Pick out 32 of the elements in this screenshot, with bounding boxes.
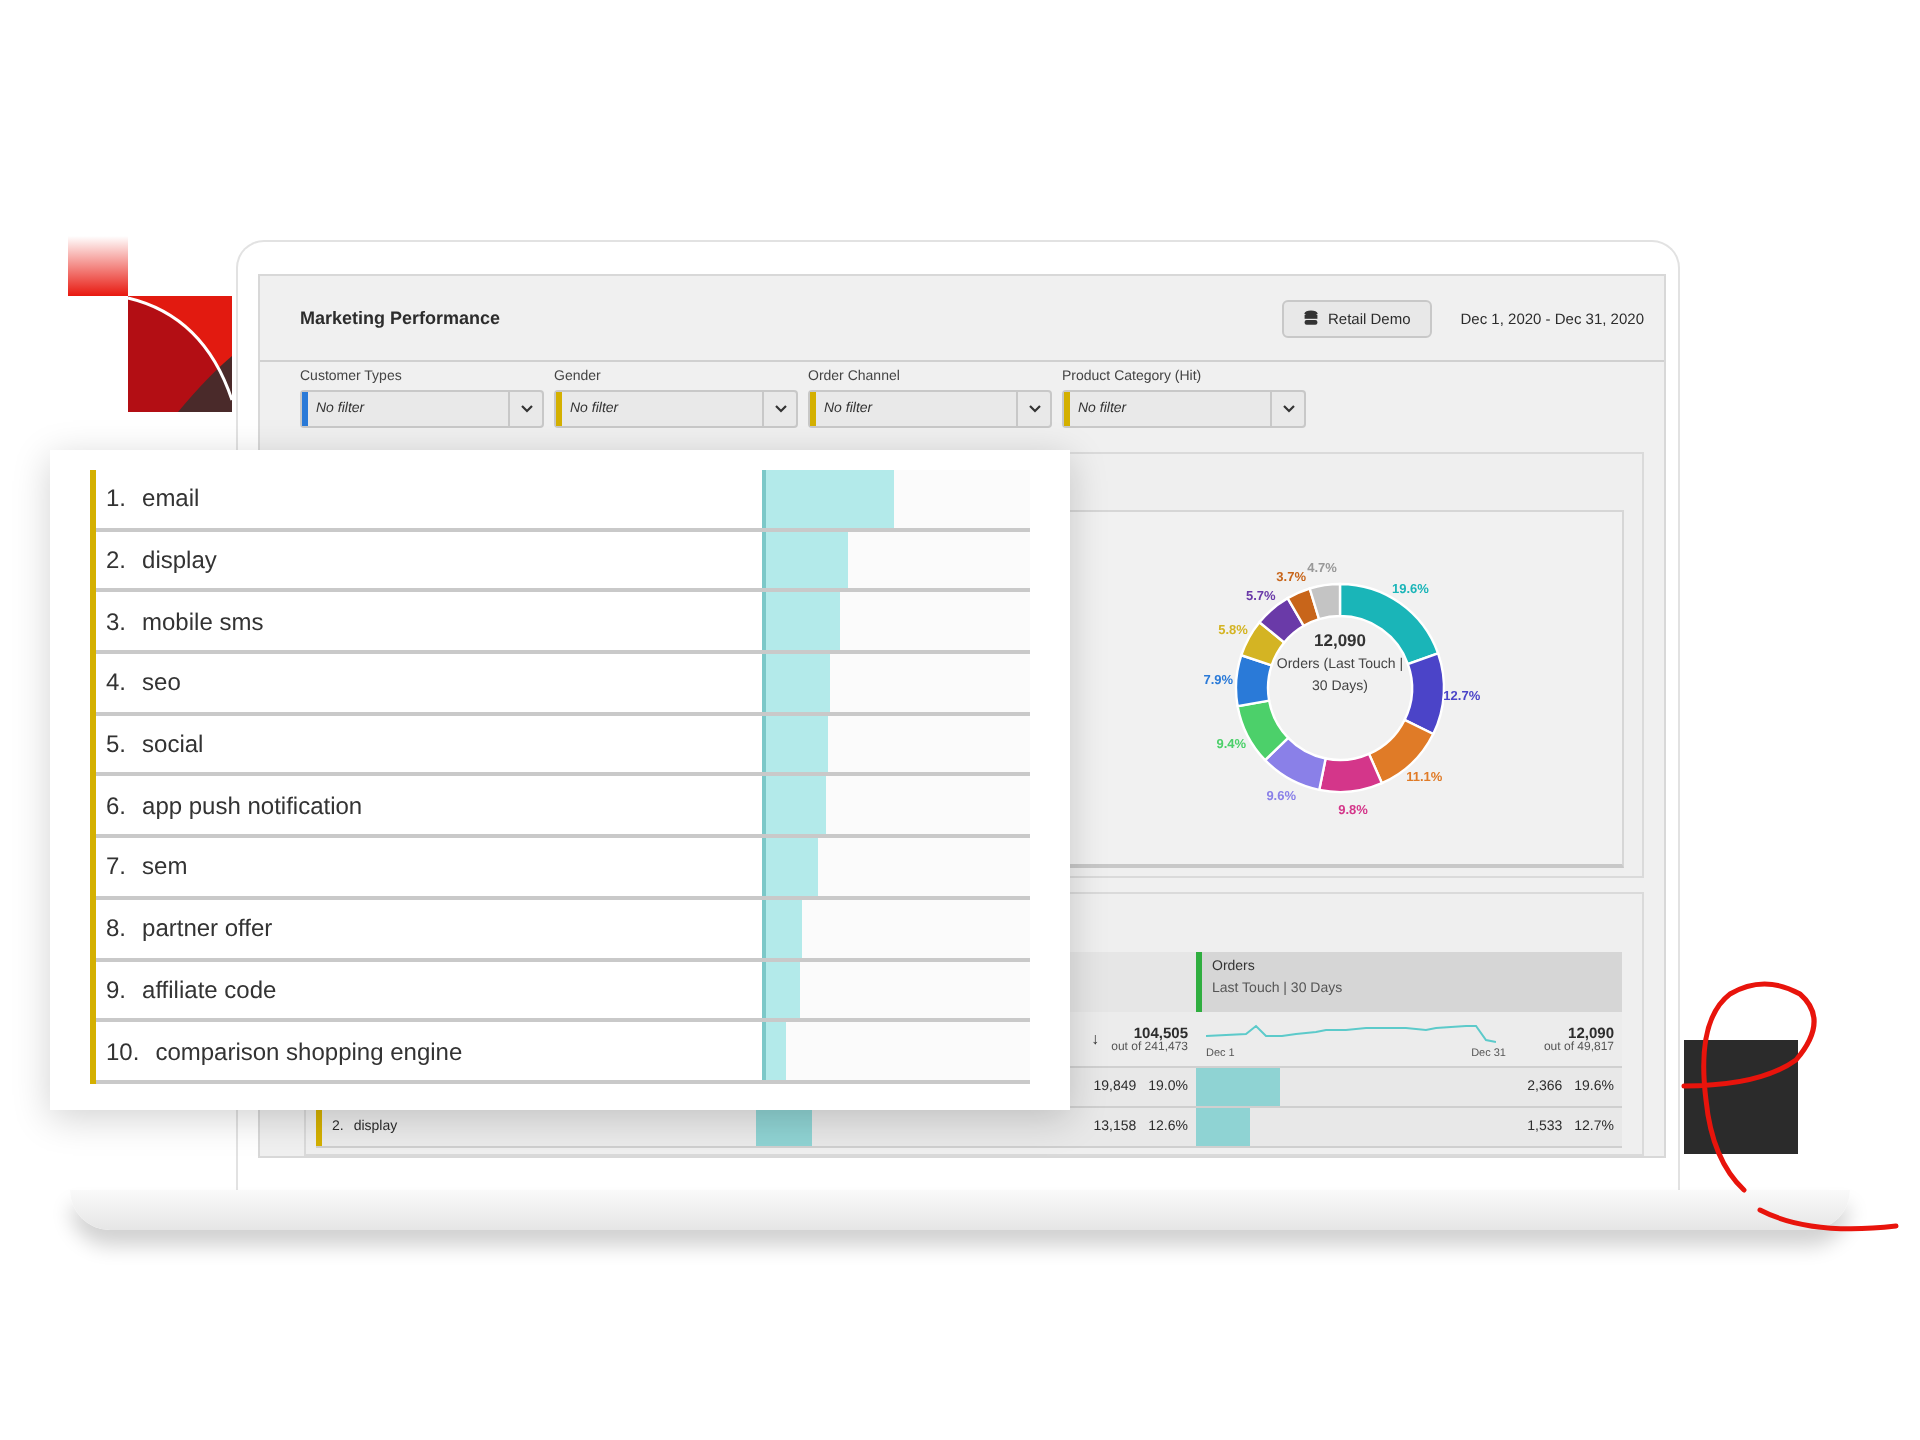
rank-number: 3. (106, 607, 127, 636)
channel-label: mobile sms (142, 607, 264, 636)
channel-label: sem (142, 852, 188, 881)
rank-number: 2. (106, 546, 127, 575)
donut-slice (1286, 587, 1321, 627)
rank-number: 4. (106, 668, 127, 697)
donut-slice (1263, 736, 1327, 792)
rank-number: 9. (106, 975, 127, 1004)
dark-square (1684, 1040, 1798, 1154)
rank-number: 7. (106, 852, 127, 881)
database-icon (1304, 310, 1318, 326)
rank-number: 5. (106, 730, 127, 759)
channel-label: partner offer (142, 914, 273, 943)
channel-label: seo (142, 668, 181, 697)
rank-number: 6. (106, 791, 127, 820)
dashboard-title: Marketing Performance (300, 308, 503, 328)
chevron-down-icon (1027, 404, 1041, 414)
sort-arrow[interactable]: ↓ (1091, 1030, 1100, 1048)
channel-label: email (142, 484, 200, 513)
channel-label: affiliate code (142, 975, 277, 1004)
rank-number: 1. (106, 484, 127, 513)
rank-number: 10. (106, 1037, 140, 1066)
channel-label: social (142, 730, 204, 759)
chevron-down-icon (1281, 404, 1295, 414)
channel-label: display (142, 546, 217, 575)
chevron-down-icon (519, 404, 533, 414)
channel-label: comparison shopping engine (155, 1037, 463, 1066)
chevron-down-icon (773, 404, 787, 414)
rank-number: 8. (106, 914, 127, 943)
donut-center-value: 12,090 (1314, 630, 1366, 650)
donut-slice (1234, 654, 1273, 708)
channel-label: app push notification (142, 791, 363, 820)
